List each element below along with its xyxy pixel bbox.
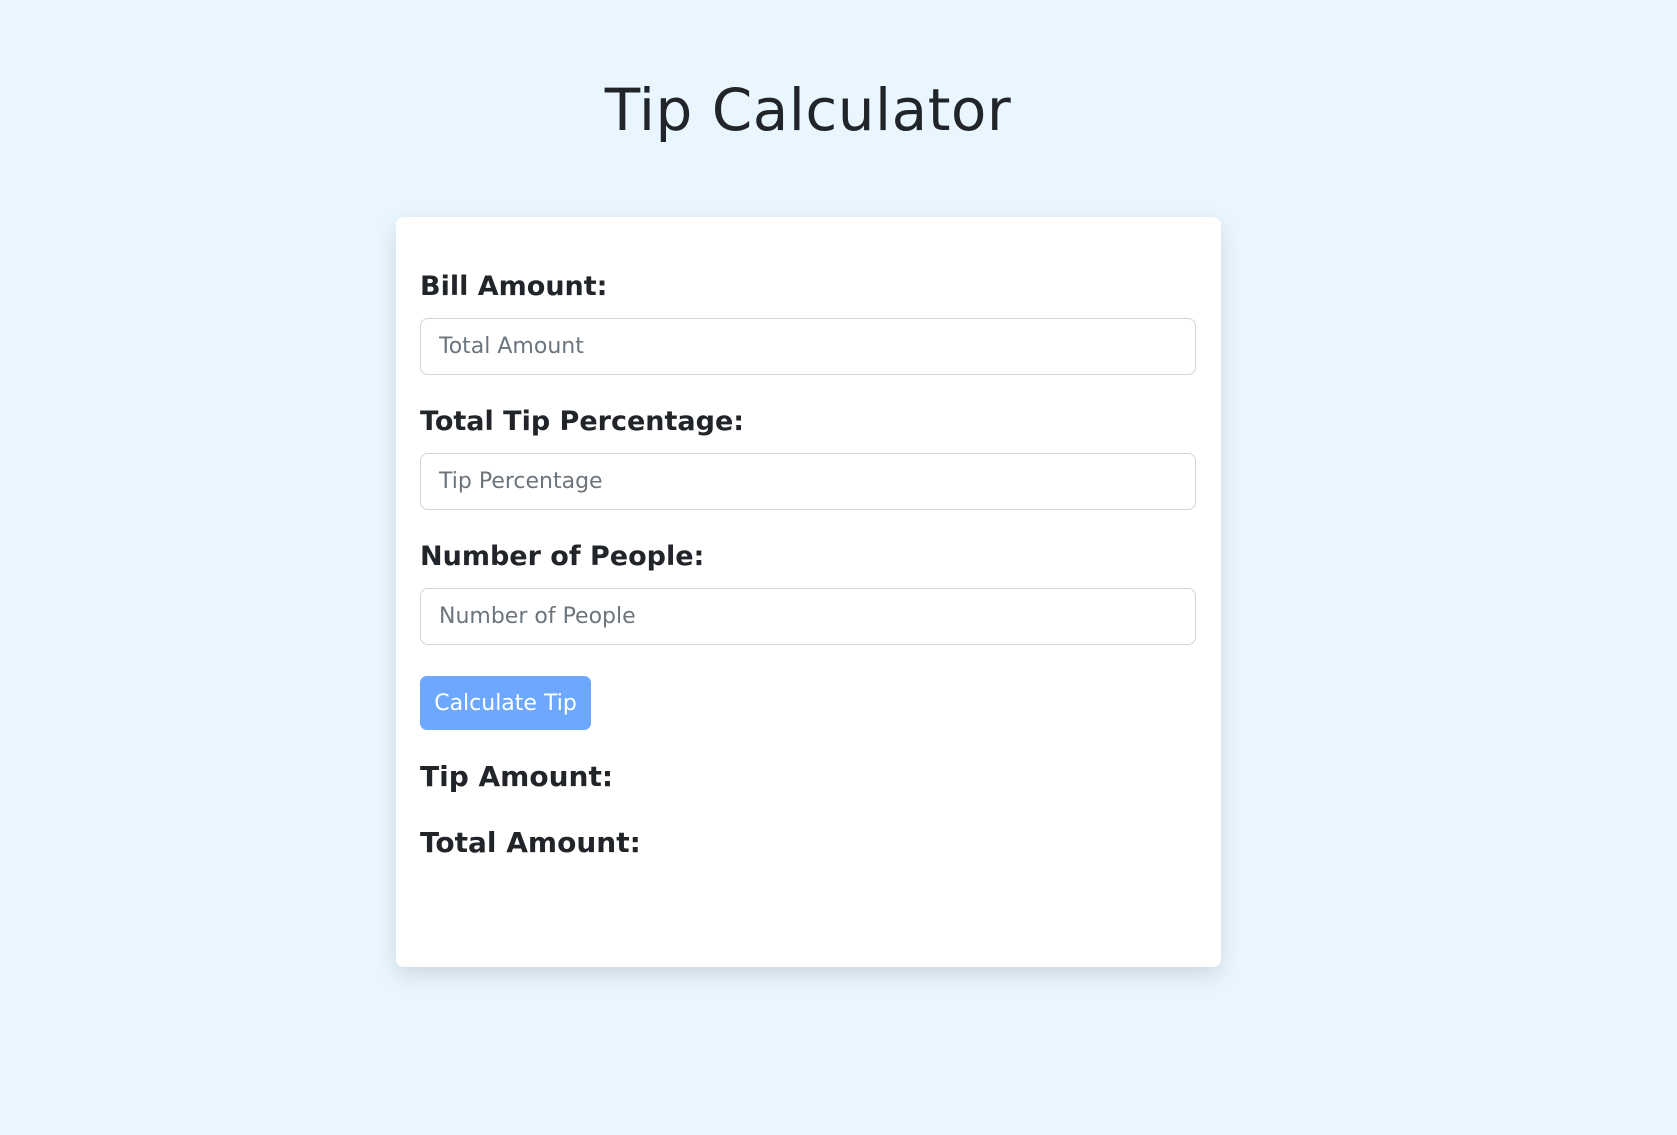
tip-amount-label: Tip Amount:	[420, 760, 614, 793]
total-amount-label: Total Amount:	[420, 826, 641, 859]
tip-percentage-input[interactable]	[420, 453, 1196, 510]
bill-amount-input[interactable]	[420, 318, 1196, 375]
tip-amount-result: Tip Amount:	[420, 758, 613, 796]
tip-percentage-label: Total Tip Percentage:	[420, 406, 745, 437]
calculate-tip-button[interactable]: Calculate Tip	[420, 676, 591, 730]
number-of-people-input[interactable]	[420, 588, 1196, 645]
number-of-people-label: Number of People:	[420, 541, 705, 572]
bill-amount-label: Bill Amount:	[420, 271, 608, 302]
total-amount-result: Total Amount:	[420, 824, 641, 862]
page-title: Tip Calculator	[604, 76, 1012, 144]
tip-calculator-card: Bill Amount: Total Tip Percentage: Numbe…	[396, 217, 1221, 967]
